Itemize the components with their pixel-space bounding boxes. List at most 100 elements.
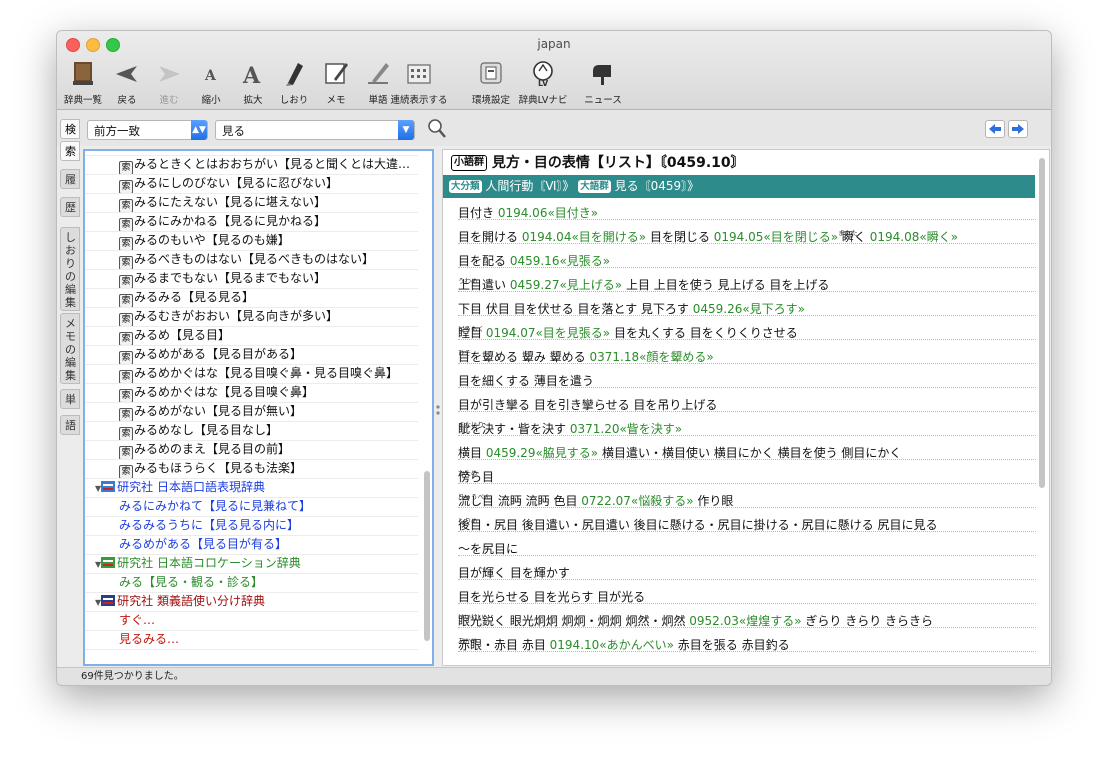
article-line: 傍ら目 かため (458, 462, 1036, 484)
list-item[interactable]: 索みるみる【見る見る】 (85, 288, 418, 308)
list-item[interactable]: 索みるめのまえ【見る目の前】 (85, 440, 418, 460)
list-item[interactable]: 索みるむきがおおい【見る向きが多い】 (85, 307, 418, 327)
article-word-text: 目を配る (458, 254, 510, 268)
side-tab-7[interactable]: 語 (60, 415, 80, 435)
list-item[interactable]: 索みるもほうらく【見るも法楽】 (85, 459, 418, 479)
splitter-grip-icon (436, 405, 440, 415)
index-key-icon: 索 (119, 427, 133, 440)
list-item[interactable]: 索みるめかぐはな【見る目嗅ぐ鼻・見る目嗅ぐ鼻】 (85, 364, 418, 384)
dictionary-entry[interactable]: みるめがある【見る目が有る】 (85, 535, 418, 555)
result-list-scrollbar[interactable] (424, 471, 430, 641)
article-word-text: 0194.05«目を閉じる» (713, 230, 839, 244)
list-item[interactable]: 索みるめがある【見る目がある】 (85, 345, 418, 365)
article-word: 赤眼・赤目 赤目 あかめ (458, 637, 546, 652)
cross-reference-link[interactable]: 0459.26«見下ろす» (693, 302, 805, 316)
article-badge: 小語群 (451, 155, 487, 171)
back-arrow-icon (116, 66, 137, 82)
ruby-reading: けいけい (458, 613, 484, 621)
article-word-text: 目を丸くする 目をくりくりさせる (610, 326, 798, 340)
ruby-reading: またた (838, 229, 858, 237)
article-word-text: 目が輝く 目を輝かす (458, 566, 570, 580)
dictionary-header[interactable]: ▼ 研究社 類義語使い分け辞典 (85, 592, 418, 612)
toolbar-button-lv-navi[interactable]: LV 辞典LVナビ (519, 55, 567, 109)
list-item[interactable]: 索みるにみかねる【見るに見かねる】 (85, 212, 418, 232)
index-key-icon: 索 (119, 389, 133, 402)
category-link[interactable]: 人間行動〘Ⅵ〙》 (485, 179, 574, 193)
arrow-left-icon (989, 124, 1001, 134)
ruby-reading: どうもく (458, 325, 484, 333)
list-item[interactable]: 索みるときくとはおおちがい【見ると聞くとは大違… (85, 155, 418, 175)
dictionary-entry[interactable]: みる【見る・観る・診る】 (85, 573, 418, 593)
side-tab-1[interactable]: 索 (60, 141, 80, 161)
list-item[interactable]: 索みるまでもない【見るまでもない】 (85, 269, 418, 289)
search-input[interactable]: 見る ▼ (215, 120, 415, 140)
index-key-icon: 索 (119, 332, 133, 345)
svg-text:LV: LV (538, 79, 549, 87)
list-item[interactable]: 索みるべきものはない【見るべきものはない】 (85, 250, 418, 270)
index-key-icon: 索 (119, 237, 133, 250)
settings-icon (480, 62, 502, 84)
result-list: 索みるときくとはおおちがい【見ると聞くとは大違… 索みるにしのびない【見るに忍びな… (83, 149, 434, 666)
article-word-text: 0194.06«目付き» (497, 206, 599, 220)
index-key-icon: 索 (119, 370, 133, 383)
dictionary-entry[interactable]: みるみるうちに【見る見る内に】 (85, 516, 418, 536)
list-item[interactable]: 索みるにたえない【見るに堪えない】 (85, 193, 418, 213)
cross-reference-link[interactable]: 0722.07«悩殺する» (581, 494, 693, 508)
cross-reference-link[interactable]: 0371.18«顔を顰める» (589, 350, 713, 364)
article-word: 作り眼 (694, 494, 733, 508)
cross-reference-link[interactable]: 0194.04«目を開ける» (522, 230, 646, 244)
list-item[interactable]: 索みるめ【見る目】 (85, 326, 418, 346)
side-tabs: 検索履歴しおりの編集 メモの編集単語 (57, 117, 83, 657)
article-word: 瞠目 どうもく (458, 325, 484, 340)
cross-reference-link[interactable]: 0194.06«目付き» (498, 206, 598, 220)
cross-reference-link[interactable]: 0459.29«脇見する» (486, 446, 598, 460)
cross-reference-link[interactable]: 0459.27«見上げる» (510, 278, 622, 292)
article-word-text: 0371.20«眥を決す» (569, 422, 683, 436)
prev-result-button[interactable] (985, 120, 1005, 138)
search-icon[interactable] (427, 118, 447, 140)
article-scrollbar[interactable] (1039, 158, 1045, 488)
toolbar-button-mailbox[interactable]: ニュース (583, 55, 623, 109)
article-word: 目を丸くする 目をくりくりさせる (610, 326, 798, 340)
forward-arrow-icon (159, 66, 180, 82)
toolbar-button-settings[interactable]: 環境設定 (471, 55, 511, 109)
chevron-down-icon: ▼ (398, 120, 414, 140)
dictionary-entry[interactable]: 見るみる… (85, 630, 418, 650)
list-item[interactable]: 索みるにしのびない【見るに忍びない】 (85, 174, 418, 194)
list-item[interactable]: 索みるめなし【見る目なし】 (85, 421, 418, 441)
dictionary-entry[interactable]: みるにみかねて【見るに見兼ねて】 (85, 497, 418, 517)
pane-splitter[interactable] (434, 149, 442, 666)
toolbar-button-label: ニュース (584, 95, 622, 106)
cross-reference-link[interactable]: 0194.08«瞬く» (870, 230, 958, 244)
cross-reference-link[interactable]: 0194.05«目を閉じる» (714, 230, 838, 244)
next-result-button[interactable] (1008, 120, 1028, 138)
side-tab-3[interactable]: 歴 (60, 197, 80, 217)
dictionary-header[interactable]: ▼ 研究社 日本語コロケーション辞典 (85, 554, 418, 574)
article-line: 〜を尻目に (458, 534, 1036, 556)
dictionary-header[interactable]: ▼ 研究社 日本語口語表現辞典 (85, 478, 418, 498)
article-line: 目を光らせる 目を光らす 目が光る (458, 582, 1036, 604)
list-item[interactable]: 索みるめがない【見る目が無い】 (85, 402, 418, 422)
toolbar-button-calendar-grid[interactable]: 連続表示する (390, 55, 448, 109)
article-word: 〜を尻目に (458, 542, 518, 556)
cross-reference-link[interactable]: 0194.07«目を見張る» (486, 326, 610, 340)
cross-reference-link[interactable]: 0371.20«眥を決す» (570, 422, 682, 436)
dictionary-entry[interactable]: すぐ… (85, 611, 418, 631)
search-mode-select[interactable]: 前方一致 ▲▼ (87, 120, 208, 140)
side-tab-0[interactable]: 検 (60, 119, 80, 139)
index-key-icon: 索 (119, 218, 133, 231)
side-tab-6[interactable]: 単 (60, 389, 80, 409)
article-line: 目が輝く 目を輝かす (458, 558, 1036, 580)
cross-reference-link[interactable]: 0194.10«あかんべい» (550, 638, 674, 652)
side-tab-5[interactable]: メモの編集 (60, 313, 80, 384)
side-tab-4[interactable]: しおりの編集 (60, 227, 80, 311)
group-link[interactable]: 見る〘0459〙》 (615, 179, 700, 193)
side-tab-2[interactable]: 履 (60, 169, 80, 189)
article-line: 下目 伏目 目を伏せる 目を落とす 見下ろす 0459.26«見下ろす» (458, 294, 1036, 316)
list-item[interactable]: 索みるめかぐはな【見る目嗅ぐ鼻】 (85, 383, 418, 403)
cross-reference-link[interactable]: 0459.16«見張る» (510, 254, 610, 268)
cross-reference-link[interactable]: 0952.03«煌煌する» (689, 614, 801, 628)
index-key-icon: 索 (119, 465, 133, 478)
list-item[interactable]: 索みるのもいや【見るのも嫌】 (85, 231, 418, 251)
dictionary-name: 研究社 日本語コロケーション辞典 (117, 556, 301, 570)
